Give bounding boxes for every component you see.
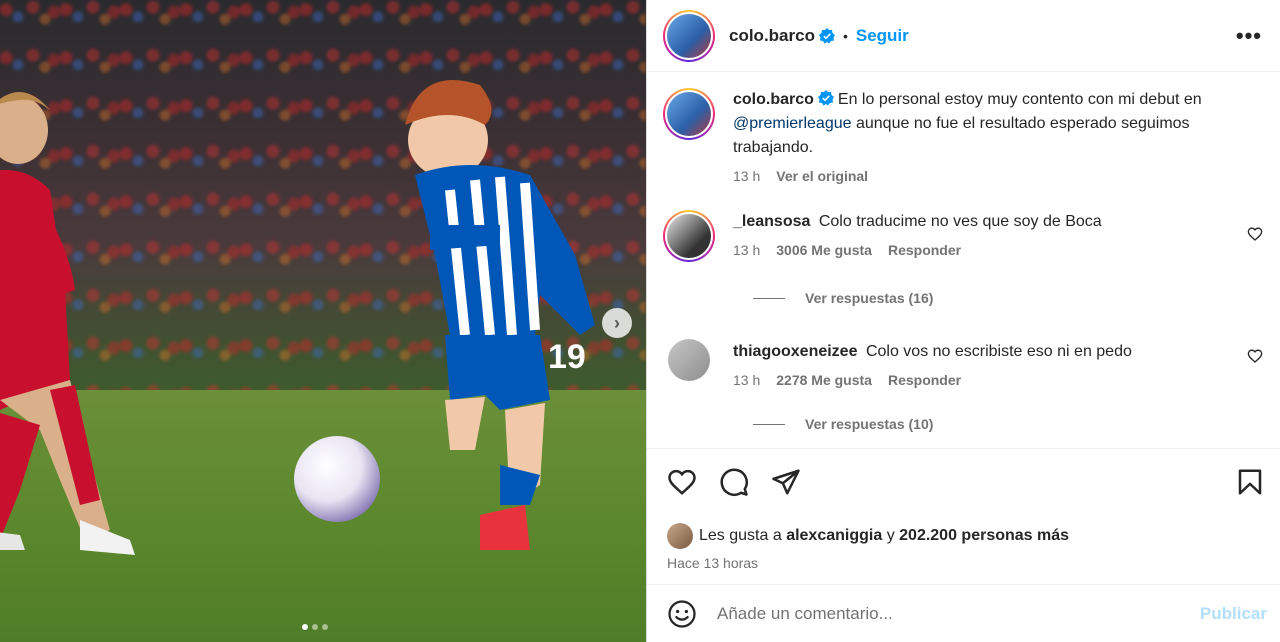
like-comment-icon[interactable] bbox=[1247, 226, 1263, 242]
separator-dot: • bbox=[842, 27, 848, 44]
carousel-dot bbox=[312, 624, 318, 630]
post-header: colo.barco • Seguir ••• bbox=[647, 0, 1280, 72]
comment-time: 13 h bbox=[733, 372, 761, 388]
view-replies-label: Ver respuestas (10) bbox=[805, 416, 934, 432]
post-details-panel: colo.barco • Seguir ••• colo.barco En lo… bbox=[646, 0, 1280, 642]
heart-icon[interactable] bbox=[667, 467, 697, 497]
comment-item: _leansosa Colo traducime no ves que soy … bbox=[663, 210, 1263, 262]
chevron-right-icon: › bbox=[614, 312, 620, 333]
comment-text: _leansosa Colo traducime no ves que soy … bbox=[733, 210, 1233, 234]
comment-composer: Publicar bbox=[647, 584, 1280, 642]
like-comment-icon[interactable] bbox=[1247, 348, 1263, 364]
more-options-button[interactable]: ••• bbox=[1236, 23, 1262, 49]
comment-icon[interactable] bbox=[719, 467, 749, 497]
mention-link[interactable]: @premierleague bbox=[733, 115, 852, 132]
post-caption: colo.barco En lo personal estoy muy cont… bbox=[663, 88, 1263, 184]
comment-meta: 13 h 3006 Me gusta Responder bbox=[733, 242, 1233, 258]
view-replies-button[interactable]: Ver respuestas (16) bbox=[753, 290, 1263, 306]
likes-summary: Les gusta a alexcaniggia y 202.200 perso… bbox=[667, 523, 1265, 549]
liker-avatar[interactable] bbox=[667, 523, 693, 549]
liker-username[interactable]: alexcaniggia bbox=[786, 527, 882, 545]
reply-button[interactable]: Responder bbox=[888, 242, 961, 258]
publish-button[interactable]: Publicar bbox=[1200, 604, 1267, 624]
carousel-dot bbox=[322, 624, 328, 630]
share-icon[interactable] bbox=[771, 467, 801, 497]
comment-likes[interactable]: 2278 Me gusta bbox=[776, 372, 872, 388]
author-username[interactable]: colo.barco bbox=[729, 26, 815, 46]
author-avatar[interactable] bbox=[663, 88, 715, 140]
comment-input[interactable] bbox=[717, 603, 1200, 624]
comment-username[interactable]: thiagooxeneizee bbox=[733, 343, 857, 360]
caption-time: 13 h bbox=[733, 168, 761, 184]
comment-likes[interactable]: 3006 Me gusta bbox=[776, 242, 872, 258]
comment-item: thiagooxeneizee Colo vos no escribiste e… bbox=[663, 334, 1263, 388]
reply-button[interactable]: Responder bbox=[888, 372, 961, 388]
comments-list[interactable]: colo.barco En lo personal estoy muy cont… bbox=[647, 72, 1280, 448]
likes-count[interactable]: 202.200 personas más bbox=[899, 527, 1069, 545]
player-red-kit bbox=[0, 92, 135, 555]
football bbox=[294, 436, 380, 522]
post-timestamp: Hace 13 horas bbox=[667, 555, 759, 571]
player-blue-kit bbox=[405, 80, 595, 550]
replies-divider bbox=[753, 297, 785, 299]
likes-prefix: Les gusta a bbox=[699, 527, 782, 544]
follow-button[interactable]: Seguir bbox=[856, 26, 909, 46]
carousel-indicator bbox=[302, 624, 328, 630]
view-replies-label: Ver respuestas (16) bbox=[805, 290, 934, 306]
caption-meta: 13 h Ver el original bbox=[733, 168, 1233, 184]
verified-badge-icon bbox=[818, 27, 835, 43]
comment-username[interactable]: _leansosa bbox=[733, 213, 810, 230]
commenter-avatar[interactable] bbox=[663, 210, 715, 262]
comment-text: thiagooxeneizee Colo vos no escribiste e… bbox=[733, 340, 1233, 364]
comment-body: Colo vos no escribiste eso ni en pedo bbox=[865, 343, 1132, 360]
next-slide-button[interactable]: › bbox=[602, 308, 632, 338]
comment-time: 13 h bbox=[733, 242, 761, 258]
see-original-link[interactable]: Ver el original bbox=[776, 168, 868, 184]
author-avatar[interactable] bbox=[663, 9, 715, 62]
caption-body: En lo personal estoy muy contento con mi… bbox=[837, 91, 1202, 108]
caption-text: colo.barco En lo personal estoy muy cont… bbox=[733, 88, 1233, 160]
emoji-icon[interactable] bbox=[667, 599, 697, 629]
comment-meta: 13 h 2278 Me gusta Responder bbox=[733, 372, 1233, 388]
post-actions: Les gusta a alexcaniggia y 202.200 perso… bbox=[647, 448, 1280, 571]
carousel-dot bbox=[302, 624, 308, 630]
replies-divider bbox=[753, 423, 785, 425]
comment-body: Colo traducime no ves que soy de Boca bbox=[818, 213, 1102, 230]
commenter-avatar[interactable] bbox=[668, 339, 710, 381]
jersey-number: 19 bbox=[548, 338, 586, 376]
bookmark-icon[interactable] bbox=[1235, 467, 1265, 497]
likes-middle: y bbox=[886, 527, 895, 544]
caption-username[interactable]: colo.barco bbox=[733, 91, 814, 108]
post-image[interactable]: 19 › bbox=[0, 0, 646, 642]
action-icons bbox=[667, 467, 1265, 497]
verified-badge-icon bbox=[817, 90, 834, 106]
view-replies-button[interactable]: Ver respuestas (10) bbox=[753, 416, 1263, 432]
